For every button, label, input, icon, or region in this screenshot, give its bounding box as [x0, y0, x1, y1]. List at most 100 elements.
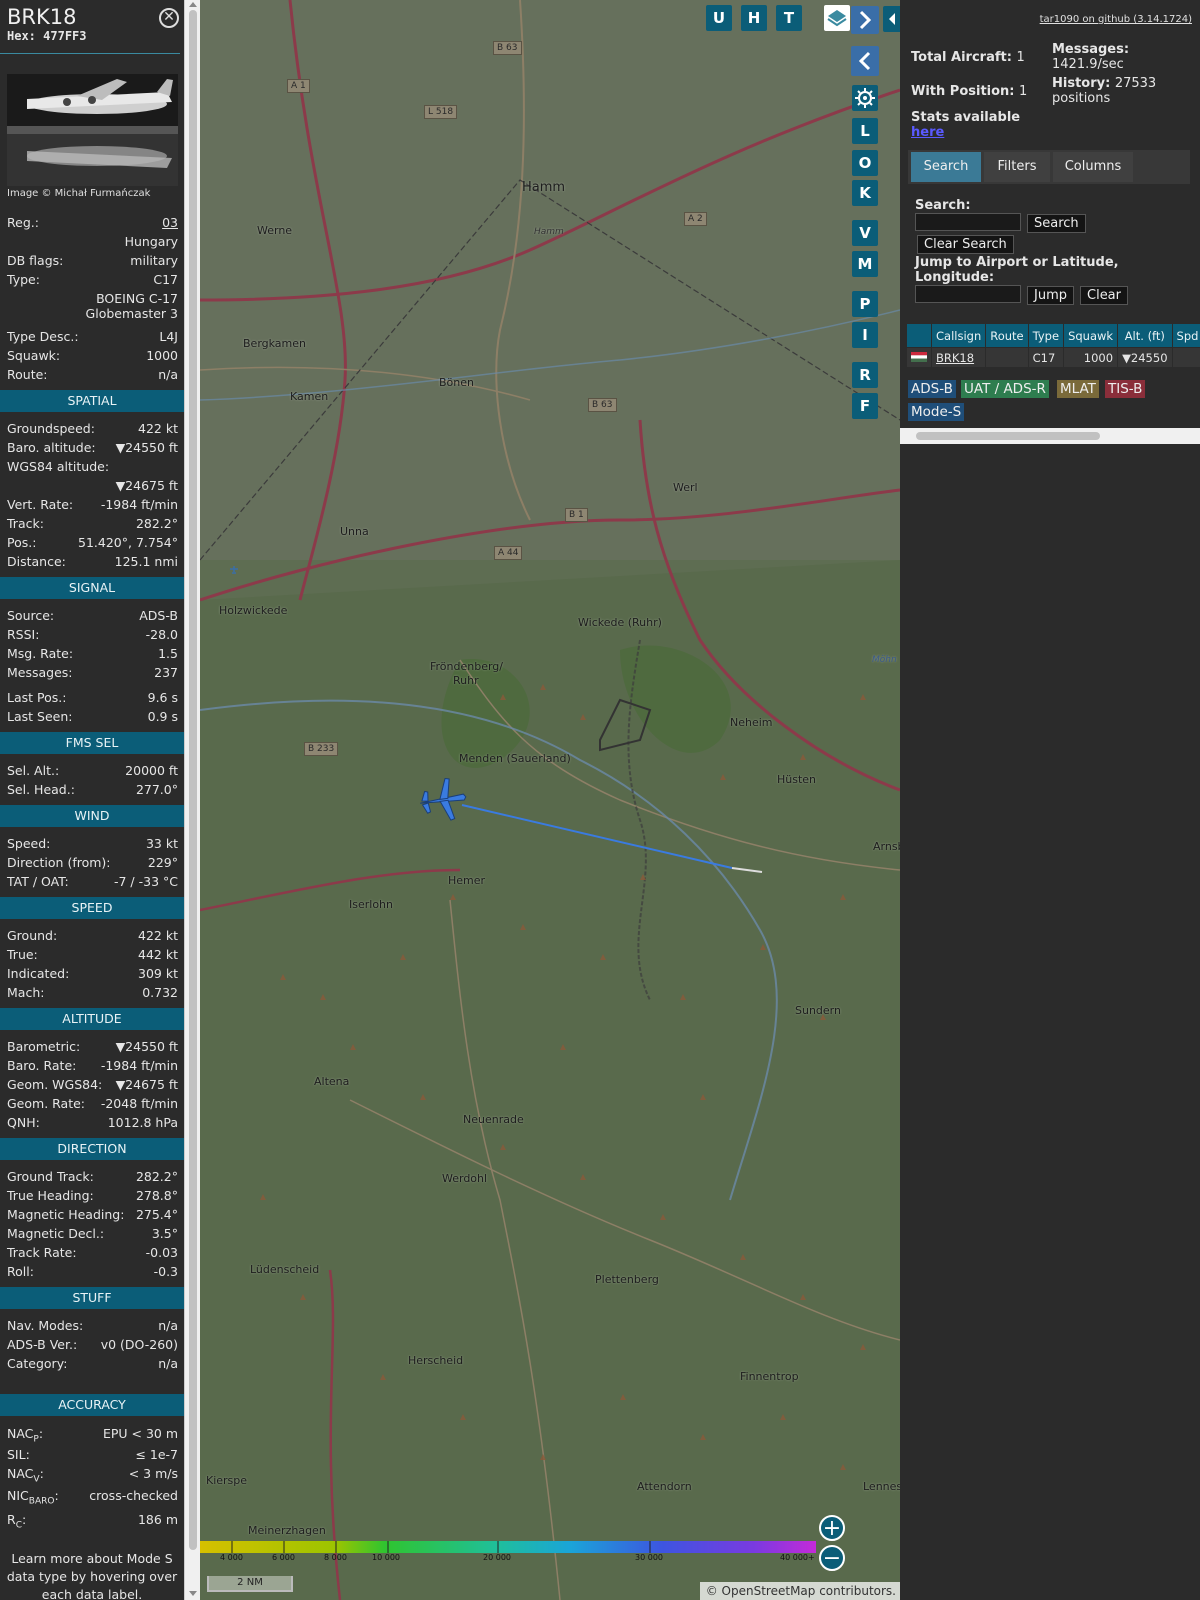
- map-base-layer: [200, 0, 900, 1600]
- town-label: Finnentrop: [740, 1370, 799, 1383]
- map-button-u[interactable]: U: [706, 5, 732, 31]
- town-label: Kierspe: [206, 1474, 248, 1487]
- road-badge: A 44: [494, 546, 523, 560]
- scrollbar-thumb[interactable]: [189, 10, 197, 1550]
- town-label: Neheim: [730, 716, 773, 729]
- town-label: Hamm: [522, 180, 566, 195]
- town-label: Herscheid: [408, 1354, 464, 1367]
- resize-toggle-icon[interactable]: [883, 6, 900, 32]
- horizontal-scrollbar-thumb[interactable]: [916, 432, 1100, 440]
- town-label: Wickede (Ruhr): [578, 616, 662, 629]
- road-badge: A 1: [287, 79, 310, 93]
- town-label: Meinerzhagen: [248, 1524, 326, 1537]
- aircraft-callsign: BRK18: [7, 5, 77, 29]
- stat-messages: Messages: 1421.9/sec: [1052, 42, 1130, 72]
- town-label: Plettenberg: [595, 1273, 659, 1286]
- info-panel-scrollbar[interactable]: [184, 0, 200, 1600]
- registration-link[interactable]: 03: [162, 215, 178, 230]
- table-row[interactable]: BRK18 C17 1000 ▼24550: [906, 347, 1200, 368]
- town-label: Werne: [257, 224, 293, 237]
- jump-button[interactable]: Jump: [1027, 286, 1074, 305]
- map-button-m[interactable]: M: [852, 251, 878, 277]
- clear-search-button[interactable]: Clear Search: [917, 235, 1014, 254]
- cell-squawk: 1000: [1063, 347, 1119, 368]
- source-legend-modes: Mode-S: [908, 403, 965, 421]
- section-accuracy: ACCURACY: [0, 1394, 184, 1416]
- sidebar-right: tar1090 on github (3.14.1724) Total Airc…: [900, 0, 1200, 1600]
- layers-icon[interactable]: [824, 5, 850, 31]
- town-label: Altena: [314, 1075, 350, 1088]
- collapse-left-icon[interactable]: [851, 46, 879, 76]
- cell-callsign[interactable]: BRK18: [930, 347, 987, 368]
- town-label: Bergkamen: [243, 337, 306, 350]
- tab-columns[interactable]: Columns: [1053, 152, 1133, 182]
- town-label: Werl: [673, 481, 698, 494]
- town-label: Bönen: [439, 376, 474, 389]
- map-button-p[interactable]: P: [852, 291, 878, 317]
- table-header-row: Callsign Route Type Squawk Alt. (ft) Spd: [906, 323, 1200, 348]
- map-button-h[interactable]: H: [741, 5, 767, 31]
- road-badge: B 1: [565, 508, 588, 522]
- section-fms: FMS SEL: [0, 732, 184, 754]
- section-direction: DIRECTION: [0, 1138, 184, 1160]
- github-link[interactable]: tar1090 on github (3.14.1724): [1040, 14, 1192, 25]
- map-button-i[interactable]: I: [852, 322, 878, 348]
- source-legend-tisb: TIS-B: [1105, 380, 1146, 398]
- photo-credit: Image © Michał Furmańczak: [7, 188, 151, 199]
- source-legend-adsb: ADS-B: [908, 380, 956, 398]
- map-button-o[interactable]: O: [852, 150, 878, 176]
- zoom-in-button[interactable]: +: [819, 1515, 845, 1541]
- town-label: Lennes: [863, 1480, 900, 1493]
- aircraft-info-panel: BRK18 Hex: 477FF3 ✕ Image © Michał Furma…: [0, 0, 184, 1600]
- map-view[interactable]: Hamm Werne Bergkamen Kamen Bönen Unna We…: [200, 0, 900, 1600]
- expand-right-icon[interactable]: [851, 6, 879, 34]
- aircraft-marker-icon[interactable]: [418, 777, 468, 823]
- map-button-k[interactable]: K: [852, 180, 878, 206]
- close-icon[interactable]: ✕: [159, 8, 179, 28]
- altitude-legend-label: 10 000: [372, 1553, 400, 1562]
- column-header-route[interactable]: Route: [985, 323, 1029, 348]
- altitude-legend-label: 8 000: [324, 1553, 347, 1562]
- town-label: Lüdenscheid: [250, 1263, 320, 1276]
- town-label: Hamm: [534, 227, 564, 237]
- zoom-out-button[interactable]: −: [819, 1545, 845, 1571]
- scroll-down-icon[interactable]: [189, 1591, 197, 1596]
- town-label: Fröndenberg/: [430, 660, 503, 673]
- jump-input[interactable]: [915, 285, 1021, 303]
- column-header-altitude[interactable]: Alt. (ft): [1117, 323, 1173, 348]
- map-button-f[interactable]: F: [852, 393, 878, 419]
- search-button[interactable]: Search: [1027, 214, 1086, 233]
- tab-filters[interactable]: Filters: [984, 152, 1050, 182]
- section-wind: WIND: [0, 805, 184, 827]
- section-stuff: STUFF: [0, 1287, 184, 1309]
- map-button-l[interactable]: L: [852, 118, 878, 144]
- map-button-t[interactable]: T: [776, 5, 802, 31]
- column-header-type[interactable]: Type: [1027, 323, 1065, 348]
- search-input[interactable]: [915, 213, 1021, 231]
- town-label: Menden (Sauerland): [459, 752, 571, 765]
- aircraft-hex: Hex: 477FF3: [7, 29, 87, 43]
- clear-jump-button[interactable]: Clear: [1080, 286, 1128, 305]
- map-button-r[interactable]: R: [852, 362, 878, 388]
- tab-search[interactable]: Search: [911, 152, 981, 182]
- map-button-v[interactable]: V: [852, 220, 878, 246]
- aircraft-table: Callsign Route Type Squawk Alt. (ft) Spd…: [906, 323, 1200, 368]
- source-legend-uat: UAT / ADS-R: [961, 380, 1049, 398]
- town-label: Sundern: [795, 1004, 841, 1017]
- scroll-up-icon[interactable]: [189, 2, 197, 7]
- town-label: Ruhr: [453, 674, 479, 687]
- stats-here-link[interactable]: here: [911, 125, 944, 140]
- map-attribution[interactable]: © OpenStreetMap contributors.: [700, 1582, 900, 1600]
- column-header-callsign[interactable]: Callsign: [930, 323, 987, 348]
- section-spatial: SPATIAL: [0, 390, 184, 412]
- column-header-squawk[interactable]: Squawk: [1063, 323, 1119, 348]
- road-badge: B 233: [304, 742, 339, 756]
- section-signal: SIGNAL: [0, 577, 184, 599]
- aircraft-photo[interactable]: [7, 74, 178, 186]
- info-header: BRK18 Hex: 477FF3: [0, 0, 180, 54]
- section-speed: SPEED: [0, 897, 184, 919]
- column-header-flag[interactable]: [906, 323, 932, 348]
- settings-gear-icon[interactable]: [852, 85, 878, 111]
- table-horizontal-scrollbar[interactable]: [900, 428, 1200, 444]
- column-header-speed[interactable]: Spd: [1171, 323, 1200, 348]
